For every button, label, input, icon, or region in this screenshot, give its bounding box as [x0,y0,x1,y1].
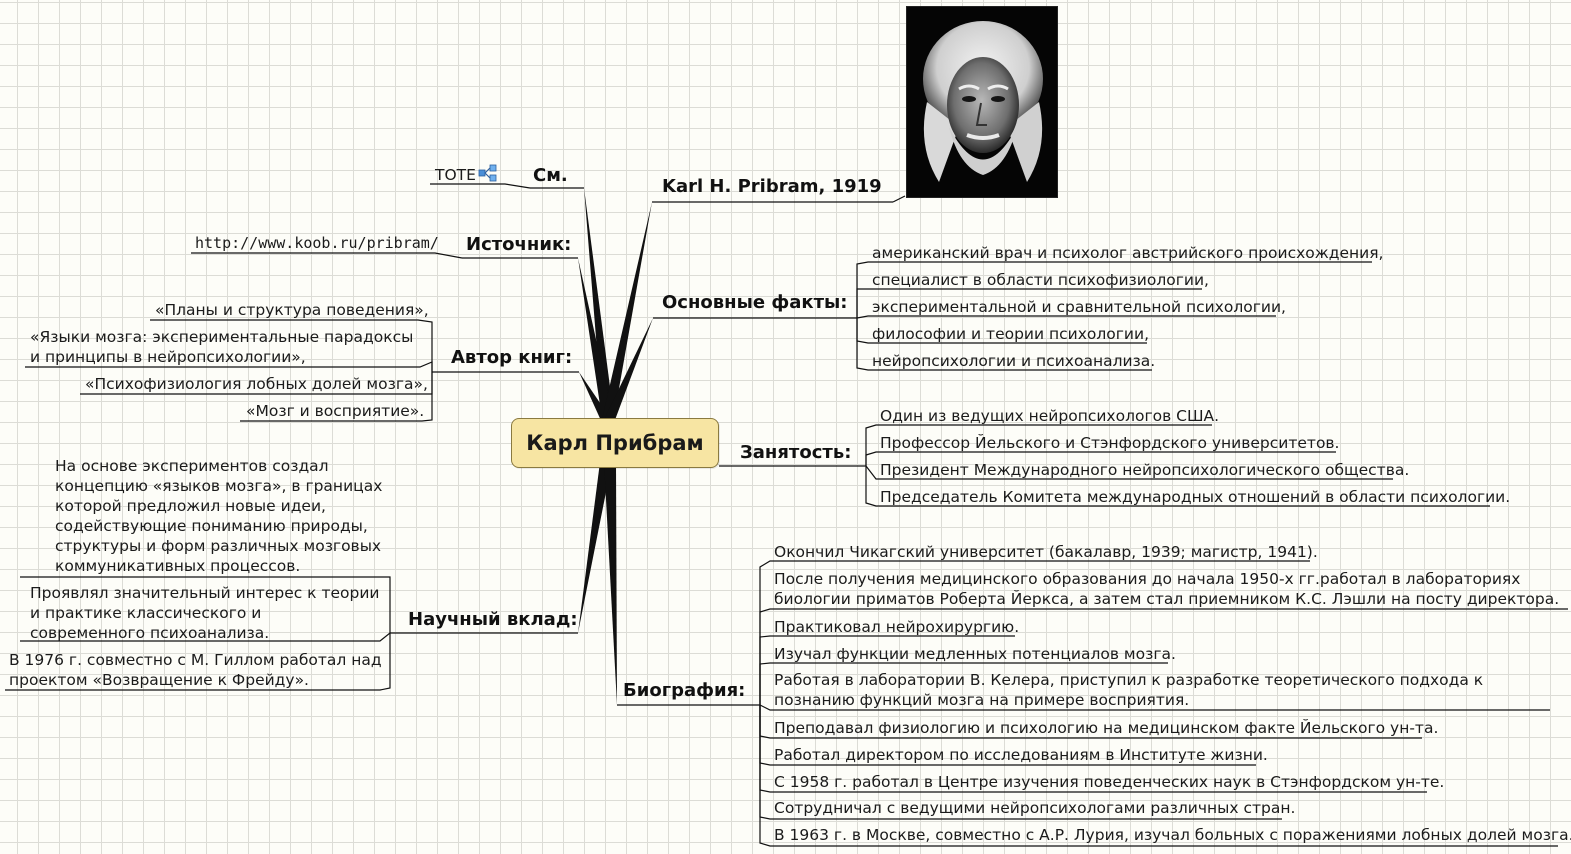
leaf-contribution-1[interactable]: На основе экспериментов создал концепцию… [55,456,385,576]
leaf-fact-3[interactable]: экспериментальной и сравнительной психол… [872,297,1286,317]
branch-source[interactable]: Источник: [466,234,571,256]
branch-see[interactable]: См. [533,165,568,187]
leaf-bio-10[interactable]: В 1963 г. в Москве, совместно с А.Р. Лур… [774,825,1571,845]
portrait-image [907,7,1057,197]
leaf-bio-8[interactable]: С 1958 г. работал в Центре изучения пове… [774,772,1444,792]
leaf-bio-6[interactable]: Преподавал физиологию и психологию на ме… [774,718,1438,738]
branch-biography[interactable]: Биография: [623,680,745,702]
leaf-bio-7[interactable]: Работал директором по исследованиям в Ин… [774,745,1268,765]
leaf-bio-3[interactable]: Практиковал нейрохирургию. [774,617,1019,637]
mind-map-canvas: Карл Прибрам См. TOTE Источник: http://w… [0,0,1571,854]
leaf-fact-4[interactable]: философии и теории психологии, [872,324,1149,344]
leaf-contribution-2[interactable]: Проявлял значительный интерес к теории и… [30,583,380,643]
leaf-fact-5[interactable]: нейропсихологии и психоанализа. [872,351,1155,371]
central-topic[interactable]: Карл Прибрам [511,418,719,468]
leaf-occupation-2[interactable]: Профессор Йельского и Стэнфордского унив… [880,433,1339,453]
leaf-source-url[interactable]: http://www.koob.ru/pribram/ [195,233,439,253]
leaf-see-tote[interactable]: TOTE [435,164,498,187]
branch-books[interactable]: Автор книг: [451,347,572,369]
branch-contribution[interactable]: Научный вклад: [408,609,578,631]
branch-name[interactable]: Karl H. Pribram, 1919 [662,176,882,198]
leaf-occupation-3[interactable]: Президент Международного нейропсихологич… [880,460,1409,480]
leaf-contribution-3[interactable]: В 1976 г. совместно с М. Гиллом работал … [9,650,384,690]
leaf-bio-4[interactable]: Изучал функции медленных потенциалов моз… [774,644,1176,664]
leaf-occupation-1[interactable]: Один из ведущих нейропсихологов США. [880,406,1219,426]
see-tote-label[interactable]: TOTE [435,166,476,184]
leaf-book-3[interactable]: «Психофизиология лобных долей мозга», [85,374,428,394]
leaf-bio-1[interactable]: Окончил Чикагский университет (бакалавр,… [774,542,1318,562]
leaf-book-1[interactable]: «Планы и структура поведения», [155,300,429,320]
branch-facts[interactable]: Основные факты: [662,292,847,314]
leaf-bio-5[interactable]: Работая в лаборатории В. Келера, приступ… [774,670,1564,710]
leaf-book-2[interactable]: «Языки мозга: экспериментальные парадокс… [30,327,425,367]
leaf-book-4[interactable]: «Мозг и восприятие». [246,401,424,421]
leaf-bio-2[interactable]: После получения медицинского образования… [774,569,1564,609]
leaf-occupation-4[interactable]: Председатель Комитета международных отно… [880,487,1510,507]
link-icon[interactable] [478,164,498,187]
leaf-fact-2[interactable]: специалист в области психофизиологии, [872,270,1209,290]
portrait-photo [906,6,1058,198]
branch-occupation[interactable]: Занятость: [740,442,851,464]
leaf-fact-1[interactable]: американский врач и психолог австрийског… [872,243,1383,263]
leaf-bio-9[interactable]: Сотрудничал с ведущими нейропсихологами … [774,798,1295,818]
